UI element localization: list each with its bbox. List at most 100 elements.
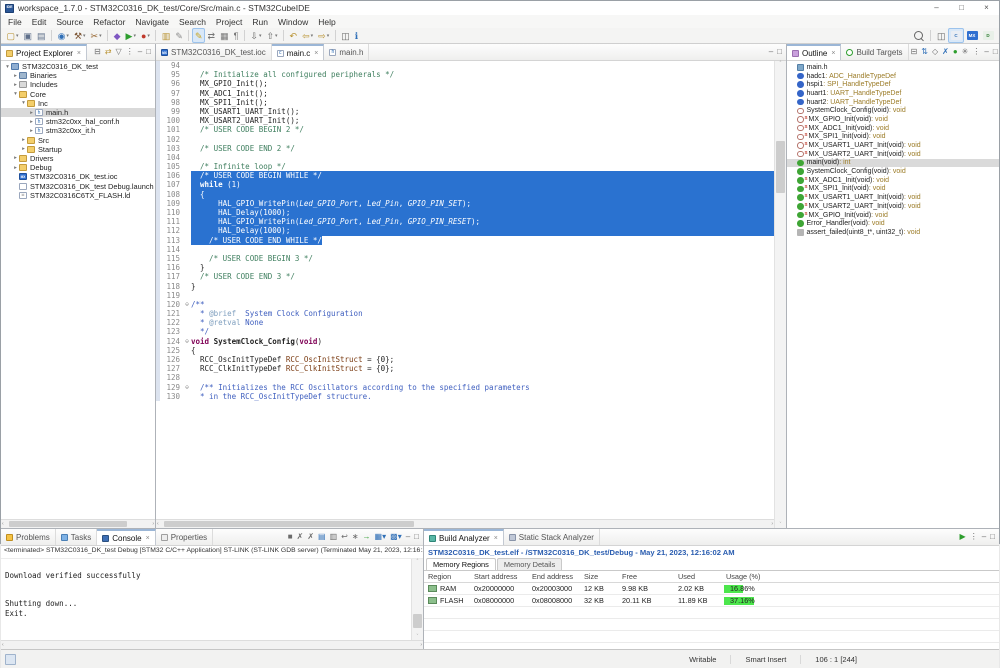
tree-item[interactable]: STM32C0316_DK_test Debug.launch	[1, 181, 155, 190]
editor-vertical-scrollbar[interactable]: ˆ ˇ	[774, 61, 786, 528]
outline-item[interactable]: hspi1 : SPI_HandleTypeDef	[787, 80, 999, 89]
view-menu-icon[interactable]: ⋮	[970, 45, 982, 59]
code-line[interactable]: 98 MX_SPI1_Init();	[156, 98, 774, 107]
fold-collapse-icon[interactable]: ⊖	[183, 337, 191, 346]
expand-icon[interactable]: ▸	[20, 137, 27, 143]
tree-item[interactable]: ▸stm32c0xx_hal_conf.h	[1, 117, 155, 126]
dropdown-arrow-icon[interactable]: ▾	[66, 33, 69, 39]
outline-item[interactable]: SMX_SPI1_Init(void) : void	[787, 185, 999, 194]
back-icon[interactable]: ⇦▾	[300, 28, 316, 43]
maximize-icon[interactable]: □	[991, 45, 1000, 59]
code-line[interactable]: 110 HAL_Delay(1000);	[156, 208, 774, 217]
tree-item[interactable]: STM32C0316_DK_test.ioc	[1, 172, 155, 181]
console-horizontal-scrollbar[interactable]: ‹ ›	[1, 640, 423, 649]
outline-item[interactable]: huart2 : UART_HandleTypeDef	[787, 98, 999, 107]
outline-item[interactable]: SMX_USART2_UART_Init(void) : void	[787, 150, 999, 159]
code-line[interactable]: 129⊖ /** Initializes the RCC Oscillators…	[156, 383, 774, 392]
collapse-icon[interactable]: ▾	[4, 64, 11, 70]
terminate-icon[interactable]: ●▾	[138, 28, 152, 43]
hide-static-icon[interactable]: ✗	[940, 45, 951, 59]
save-icon[interactable]: ▣	[21, 28, 35, 43]
code-line[interactable]: 114	[156, 245, 774, 254]
dropdown-arrow-icon[interactable]: ▾	[83, 33, 86, 39]
build-icon[interactable]: ⚒▾	[71, 28, 88, 43]
code-line[interactable]: 105 /* Infinite loop */	[156, 162, 774, 171]
tree-item[interactable]: ▸main.h	[1, 108, 155, 117]
hide-non-public-icon[interactable]: ●	[951, 45, 960, 59]
dropdown-arrow-icon[interactable]: ▾	[327, 33, 330, 39]
code-line[interactable]: 111 HAL_GPIO_WritePin(Led_GPIO_Port, Led…	[156, 217, 774, 226]
close-icon[interactable]: ×	[314, 50, 318, 57]
code-line[interactable]: 104	[156, 153, 774, 162]
open-perspective-icon[interactable]: ◫	[934, 28, 948, 43]
tree-item[interactable]: ▸Src	[1, 136, 155, 145]
code-line[interactable]: 121 * @brief System Clock Configuration	[156, 309, 774, 318]
subtab-memory-regions[interactable]: Memory Regions	[426, 558, 496, 570]
outline-item[interactable]: main.h	[787, 63, 999, 72]
code-line[interactable]: 125{	[156, 346, 774, 355]
expand-icon[interactable]: ▸	[20, 146, 27, 152]
tab-static-stack-analyzer[interactable]: Static Stack Analyzer	[504, 529, 600, 545]
tree-item[interactable]: ▾Core	[1, 90, 155, 99]
run-icon[interactable]: ▶▾	[123, 28, 138, 43]
open-new-window-icon[interactable]: ◫	[339, 28, 353, 43]
save-all-icon[interactable]: ▤	[35, 28, 49, 43]
tree-item[interactable]: ▸Includes	[1, 80, 155, 89]
show-whitespace-icon[interactable]: ¶	[231, 28, 241, 43]
display-console-icon[interactable]: ▦▾	[373, 530, 389, 544]
code-line[interactable]: 122 * @retval None	[156, 318, 774, 327]
maximize-icon[interactable]: □	[412, 530, 421, 544]
column-header[interactable]: Free	[618, 571, 674, 582]
expand-icon[interactable]: ▸	[12, 155, 19, 161]
editor-horizontal-scrollbar[interactable]: ‹ ›	[156, 519, 774, 528]
tab-console[interactable]: Console×	[97, 529, 155, 545]
collapse-icon[interactable]: ▾	[20, 100, 27, 106]
editor-tab-main-h[interactable]: main.h	[324, 44, 369, 60]
open-console-icon[interactable]: ▩▾	[388, 530, 404, 544]
last-edit-location-icon[interactable]: ↶	[287, 28, 300, 43]
fold-collapse-icon[interactable]: ⊖	[183, 383, 191, 392]
dropdown-arrow-icon[interactable]: ▾	[382, 532, 386, 541]
cubemx-perspective-icon[interactable]: MX	[964, 28, 980, 43]
remove-launch-icon[interactable]: ✗	[295, 530, 306, 544]
menu-search[interactable]: Search	[174, 17, 211, 27]
code-line[interactable]: 126 RCC_OscInitTypeDef RCC_OscInitStruct…	[156, 355, 774, 364]
open-folder-icon[interactable]: ▥	[159, 28, 173, 43]
link-with-editor-icon[interactable]: ⇄	[205, 28, 218, 43]
scroll-left-icon[interactable]: ‹	[2, 520, 4, 528]
code-line[interactable]: 120⊖/**	[156, 300, 774, 309]
fold-collapse-icon[interactable]: ⊖	[183, 300, 191, 309]
collapse-all-icon[interactable]: ⊟	[909, 45, 920, 59]
view-menu-icon[interactable]: ⋮	[124, 45, 136, 59]
maximize-icon[interactable]: □	[775, 45, 784, 59]
tree-item[interactable]: ▸Binaries	[1, 71, 155, 80]
menu-refactor[interactable]: Refactor	[88, 17, 130, 27]
code-line[interactable]: 124⊖void SystemClock_Config(void)	[156, 337, 774, 346]
forward-icon[interactable]: ⇨▾	[316, 28, 332, 43]
minimize-icon[interactable]: –	[924, 1, 949, 15]
memory-row[interactable]: FLASH0x080000000x0800800032 KB20.11 KB11…	[424, 595, 999, 607]
menu-project[interactable]: Project	[211, 17, 247, 27]
scroll-right-icon[interactable]: ›	[152, 520, 154, 528]
code-line[interactable]: 101 /* USER CODE BEGIN 2 */	[156, 125, 774, 134]
outline-item[interactable]: SMX_ADC1_Init(void) : void	[787, 124, 999, 133]
maximize-icon[interactable]: □	[949, 1, 974, 15]
tab-tasks[interactable]: Tasks	[56, 529, 97, 545]
close-icon[interactable]: ×	[831, 50, 835, 57]
close-icon[interactable]: ×	[494, 535, 498, 542]
expand-icon[interactable]: ▸	[28, 128, 35, 134]
cpp-perspective-icon[interactable]: C	[948, 28, 964, 43]
editor-tab-main-c[interactable]: main.c×	[272, 44, 325, 60]
menu-window[interactable]: Window	[273, 17, 313, 27]
tab-build-analyzer[interactable]: Build Analyzer×	[424, 529, 504, 545]
tab-build-targets[interactable]: Build Targets	[841, 44, 908, 60]
menu-edit[interactable]: Edit	[27, 17, 52, 27]
outline-item[interactable]: Error_Handler(void) : void	[787, 219, 999, 228]
tree-item[interactable]: STM32C0316C6TX_FLASH.ld	[1, 191, 155, 200]
code-line[interactable]: 99 MX_USART1_UART_Init();	[156, 107, 774, 116]
outline-item[interactable]: SMX_ADC1_Init(void) : void	[787, 176, 999, 185]
code-line[interactable]: 97 MX_ADC1_Init();	[156, 89, 774, 98]
code-line[interactable]: 102	[156, 135, 774, 144]
code-line[interactable]: 113 /* USER CODE END WHILE */	[156, 236, 774, 245]
minimize-icon[interactable]: –	[404, 530, 412, 544]
